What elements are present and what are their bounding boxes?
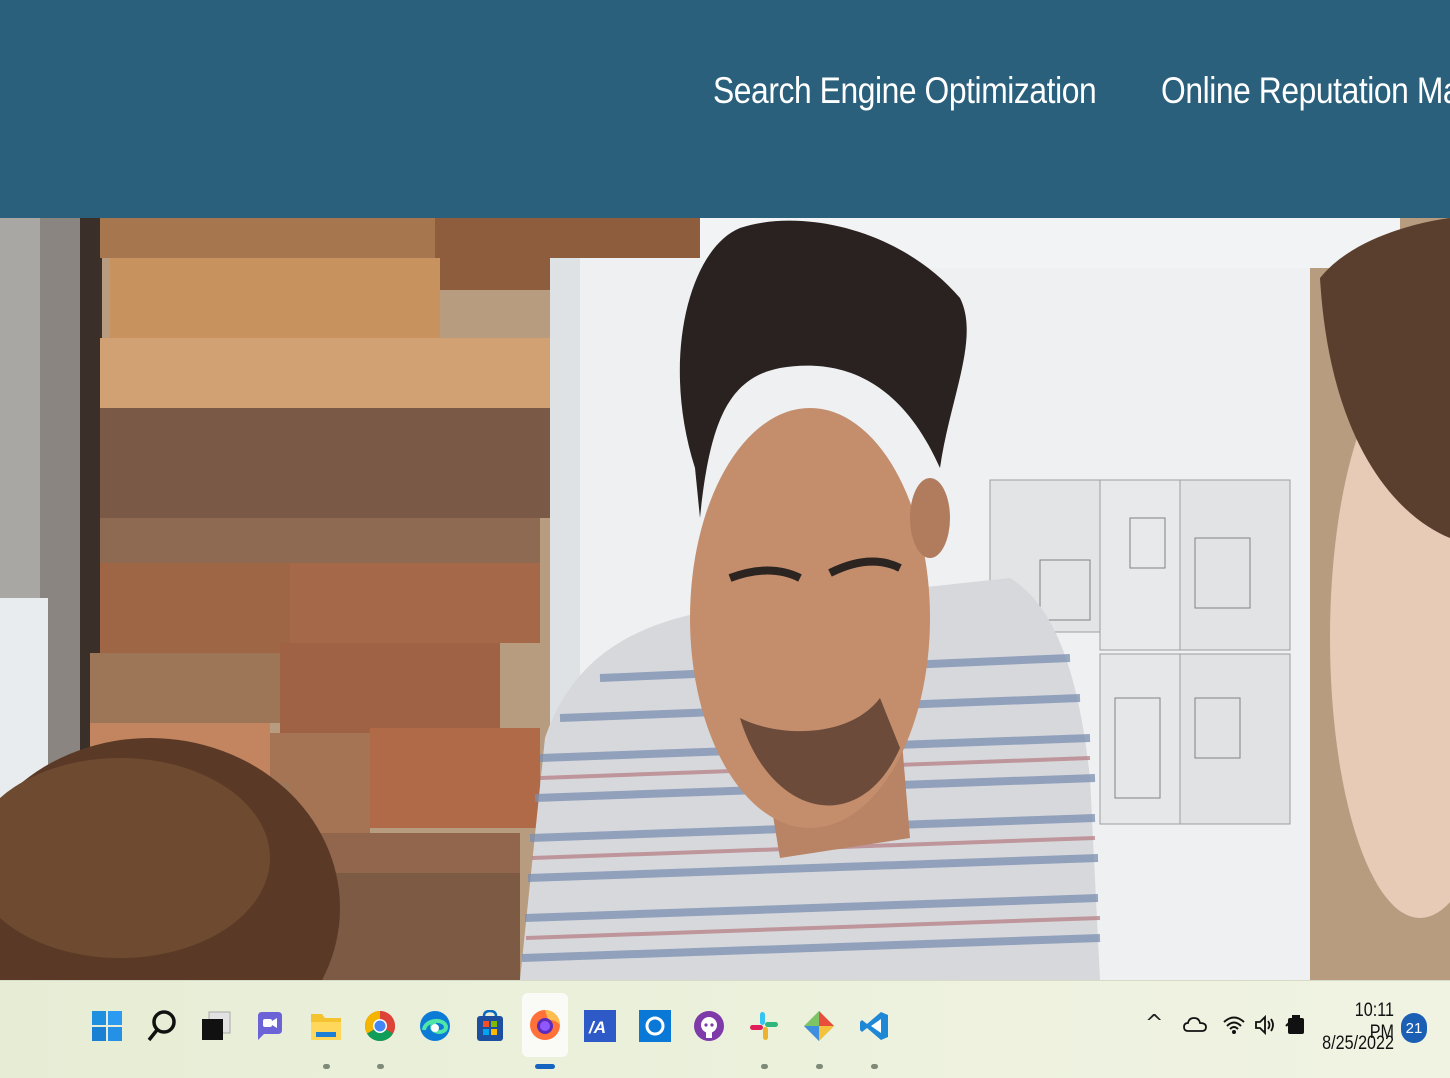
slack-icon[interactable]: [741, 1003, 787, 1049]
edge-icon[interactable]: [412, 1003, 458, 1049]
firefox-icon[interactable]: [522, 993, 568, 1057]
office-team-photo: [0, 218, 1450, 980]
search-icon[interactable]: [139, 1003, 185, 1049]
nav-link-seo[interactable]: Search Engine Optimization: [713, 70, 1097, 112]
running-indicator: [377, 1064, 384, 1069]
clock-date[interactable]: 8/25/2022: [1318, 1033, 1394, 1055]
file-explorer-icon[interactable]: [303, 1003, 349, 1049]
teams-chat-icon[interactable]: [247, 1003, 293, 1049]
svg-text:/A: /A: [588, 1018, 606, 1037]
taskbar: /A ^: [0, 980, 1450, 1078]
vscode-icon[interactable]: [851, 1003, 897, 1049]
cortana-icon[interactable]: [632, 1003, 678, 1049]
running-indicator: [761, 1064, 768, 1069]
notification-badge[interactable]: 21: [1401, 1013, 1427, 1043]
nav-link-orm[interactable]: Online Reputation Manage: [1161, 70, 1450, 112]
main-nav: Search Engine Optimization Online Reputa…: [713, 70, 1450, 112]
running-indicator: [871, 1064, 878, 1069]
wifi-icon[interactable]: [1223, 1015, 1245, 1041]
onedrive-icon[interactable]: [1183, 1014, 1207, 1039]
git-icon[interactable]: [796, 1003, 842, 1049]
running-indicator: [816, 1064, 823, 1069]
active-indicator: [535, 1064, 555, 1069]
task-view-icon[interactable]: [193, 1003, 239, 1049]
store-icon[interactable]: [467, 1003, 513, 1049]
chrome-icon[interactable]: [357, 1003, 403, 1049]
site-header: Search Engine Optimization Online Reputa…: [0, 0, 1450, 218]
battery-icon[interactable]: [1284, 1014, 1308, 1042]
hero-image: [0, 218, 1450, 980]
ma-app-icon[interactable]: /A: [577, 1003, 623, 1049]
volume-icon[interactable]: [1254, 1014, 1276, 1042]
running-indicator: [323, 1064, 330, 1069]
chevron-up-icon[interactable]: ^: [1145, 1011, 1163, 1036]
start-icon[interactable]: [84, 1003, 130, 1049]
github-icon[interactable]: [686, 1003, 732, 1049]
